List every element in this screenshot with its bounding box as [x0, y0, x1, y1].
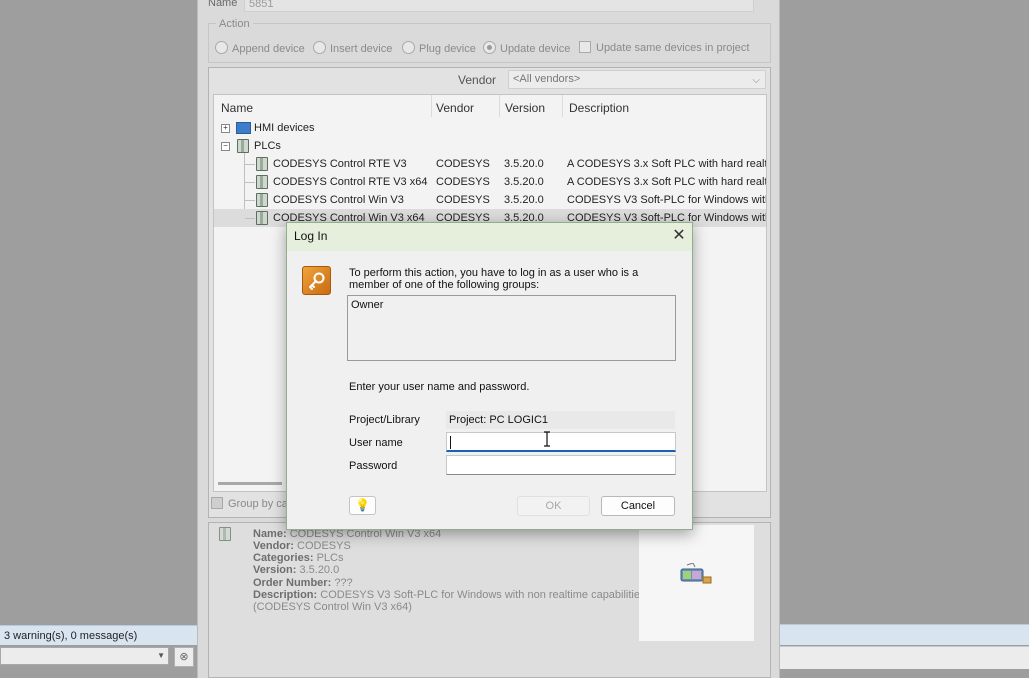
hint-button[interactable]: 💡 — [349, 496, 376, 515]
info-order-number: Order Number: ??? — [253, 577, 353, 589]
group-item: Owner — [351, 299, 384, 311]
ibeam-cursor-icon — [544, 431, 550, 447]
vendor-select[interactable]: <All vendors> ⌵ — [508, 70, 766, 89]
username-input[interactable] — [446, 432, 676, 452]
lightbulb-icon: 💡 — [355, 498, 370, 512]
close-icon[interactable]: ✕ — [669, 226, 689, 246]
project-library-value: Project: PC LOGIC1 — [446, 411, 675, 429]
project-library-label: Project/Library — [349, 414, 420, 426]
chevron-down-icon: ▼ — [157, 651, 165, 660]
chevron-down-icon: ⌵ — [752, 75, 760, 86]
password-label: Password — [349, 460, 398, 472]
enter-credentials-message: Enter your user name and password. — [349, 381, 530, 393]
update-same-devices-checkbox[interactable]: Update same devices in project — [579, 41, 749, 54]
password-input[interactable] — [446, 455, 676, 475]
table-row[interactable]: CODESYS Control Win V3 CODESYS 3.5.20.0 … — [214, 191, 766, 209]
radio-update-device[interactable]: Update device — [483, 41, 570, 55]
background-panel-header — [780, 624, 1029, 645]
background-panel — [780, 646, 1029, 669]
collapse-icon[interactable]: − — [221, 142, 230, 151]
checkbox-icon — [579, 41, 591, 53]
username-label: User name — [349, 437, 403, 449]
plc-icon — [219, 527, 231, 541]
plc-icon — [256, 193, 268, 207]
tree-item-plcs[interactable]: − PLCs — [214, 137, 766, 155]
radio-icon — [402, 41, 415, 54]
groups-list[interactable]: Owner — [347, 295, 676, 361]
login-dialog: Log In ✕ To perform this action, you hav… — [286, 222, 693, 530]
ok-button[interactable]: OK — [517, 496, 590, 516]
column-header-version[interactable]: Version — [505, 101, 545, 115]
radio-plug-device[interactable]: Plug device — [402, 41, 476, 55]
radio-insert-device[interactable]: Insert device — [313, 41, 392, 55]
message-filter-combo[interactable]: ▼ — [0, 647, 169, 665]
plc-icon — [256, 157, 268, 171]
action-label: Action — [216, 18, 253, 30]
radio-selected-icon — [483, 41, 496, 54]
radio-icon — [313, 41, 326, 54]
status-text: 3 warning(s), 0 message(s) — [4, 630, 138, 642]
plc-icon — [256, 211, 268, 225]
text-caret — [450, 436, 451, 449]
info-version: Version: 3.5.20.0 — [253, 564, 340, 576]
expand-icon[interactable]: + — [221, 124, 230, 133]
group-by-category-checkbox[interactable]: Group by ca — [211, 497, 288, 510]
radio-icon — [215, 41, 228, 54]
plc-icon — [237, 139, 249, 153]
key-icon — [302, 266, 331, 295]
dialog-title: Log In — [294, 229, 328, 243]
table-row[interactable]: CODESYS Control RTE V3 CODESYS 3.5.20.0 … — [214, 155, 766, 173]
radio-append-device[interactable]: Append device — [215, 41, 305, 55]
login-message: To perform this action, you have to log … — [349, 267, 639, 291]
info-vendor: Vendor: CODESYS — [253, 540, 351, 552]
horizontal-scrollbar[interactable] — [218, 482, 282, 485]
status-bar: 3 warning(s), 0 message(s) — [0, 625, 197, 645]
info-description-cont: (CODESYS Control Win V3 x64) — [253, 601, 412, 613]
usb-device-icon — [680, 563, 712, 584]
column-header-description[interactable]: Description — [569, 101, 629, 115]
info-categories: Categories: PLCs — [253, 552, 344, 564]
clear-messages-icon[interactable]: ⊗ — [174, 647, 194, 667]
monitor-icon — [236, 122, 251, 134]
column-header-vendor[interactable]: Vendor — [436, 101, 474, 115]
table-row[interactable]: CODESYS Control RTE V3 x64 CODESYS 3.5.2… — [214, 173, 766, 191]
name-label: Name — [208, 0, 238, 9]
name-field[interactable]: 5851 — [244, 0, 754, 12]
checkbox-checked-icon — [211, 497, 223, 509]
tree-item-hmi-devices[interactable]: + HMI devices — [214, 119, 766, 137]
cancel-button[interactable]: Cancel — [601, 496, 675, 516]
info-description: Description: CODESYS V3 Soft-PLC for Win… — [253, 589, 646, 601]
device-image — [639, 525, 754, 641]
column-header-name[interactable]: Name — [221, 101, 253, 115]
dialog-title-bar: Log In — [287, 223, 692, 251]
vendor-label: Vendor — [458, 73, 497, 87]
plc-icon — [256, 175, 268, 189]
